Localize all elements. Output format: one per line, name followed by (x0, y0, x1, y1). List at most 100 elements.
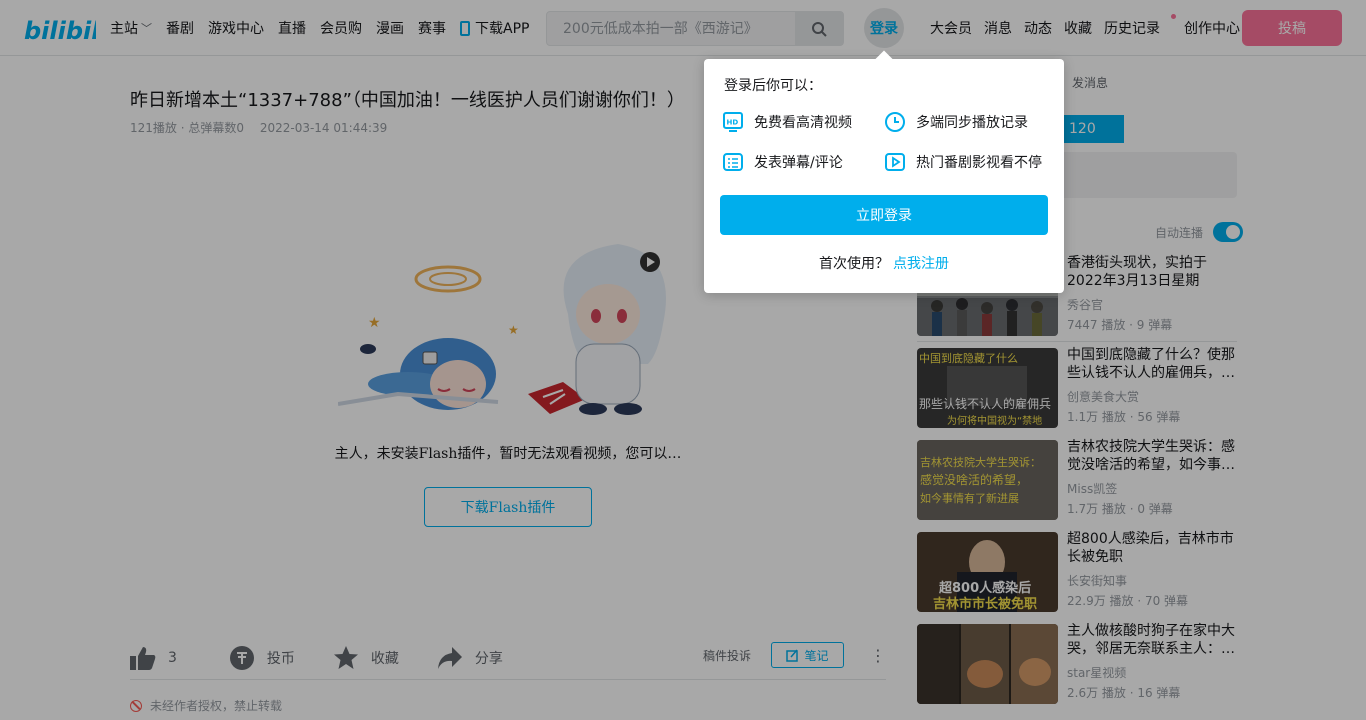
benefit-label: 免费看高清视频 (754, 115, 852, 131)
recommend-stats: 1.1万 播放 · 56 弹幕 (1067, 410, 1181, 424)
nav-history-label: 历史记录 (1104, 21, 1160, 37)
recommend-thumbnail[interactable] (917, 624, 1058, 704)
note-label: 笔记 (804, 648, 829, 663)
divider (917, 341, 1237, 342)
main-nav: 主站 ﹀ 番剧 游戏中心 直播 会员购 漫画 赛事 下载APP (110, 0, 543, 56)
video-title: 昨日新增本土“1337+788”（中国加油！一线医护人员们谢谢你们！） (130, 90, 685, 111)
nav-messages[interactable]: 消息 (984, 18, 1012, 38)
nav-item-label: 下载APP (475, 21, 530, 37)
autoplay-label: 自动连播 (1155, 225, 1204, 240)
thumb-caption-bottom: 吉林市市长被免职 (933, 596, 1037, 612)
search-icon (812, 21, 827, 37)
notification-dot (1171, 14, 1176, 19)
follow-button[interactable]: 120 (1062, 115, 1124, 143)
nav-item-game-center[interactable]: 游戏中心 (208, 18, 264, 38)
recommend-title[interactable]: 香港街头现状，实拍于2022年3月13日星期日，… (1067, 254, 1237, 290)
recommend-uploader[interactable]: 长安街知事 (1067, 572, 1127, 589)
nav-item-download-app[interactable]: 下载APP (460, 18, 529, 38)
recommend-list: 香港街头现状，实拍于2022年3月13日星期日，… 秀谷官 7447 播放 · … (917, 254, 1237, 714)
nav-favorites[interactable]: 收藏 (1064, 18, 1092, 38)
view-count: 121播放 (130, 121, 177, 135)
nav-vip[interactable]: 大会员 (930, 18, 972, 38)
register-prompt-text: 首次使用？ (819, 256, 889, 272)
svg-text:★: ★ (368, 315, 381, 331)
recommend-thumbnail[interactable]: 吉林农技院大学生哭诉： 感觉没啥活的希望， 如今事情有了新进展 (917, 440, 1058, 520)
favorite-button[interactable]: 收藏 (333, 645, 399, 671)
danmaku-count: 总弹幕数0 (188, 121, 244, 135)
recommend-uploader[interactable]: 创意美食大赏 (1067, 388, 1139, 405)
nav-item-mall[interactable]: 会员购 (320, 18, 362, 38)
nav-item-live[interactable]: 直播 (278, 18, 306, 38)
search-bar (546, 11, 844, 46)
share-label: 分享 (474, 650, 503, 667)
benefit-hd: HD 免费看高清视频 (722, 111, 852, 133)
like-count: 3 (168, 649, 177, 666)
nav-item-esports[interactable]: 赛事 (418, 18, 446, 38)
thumb-caption-top: 超800人感染后 (939, 580, 1031, 596)
recommend-title[interactable]: 中国到底隐藏了什么？使那些认钱不认人的雇佣兵，… (1067, 346, 1237, 382)
benefit-sync: 多端同步播放记录 (884, 111, 1028, 133)
recommend-item[interactable]: 超800人感染后 吉林市市长被免职 超800人感染后，吉林市市长被免职 长安街知… (917, 530, 1237, 622)
autoplay-toggle[interactable] (1213, 222, 1244, 242)
nav-dynamics[interactable]: 动态 (1024, 18, 1052, 38)
user-nav: 大会员 消息 动态 收藏 历史记录 创作中心 (930, 0, 1252, 56)
thumbs-up-icon (130, 646, 156, 670)
favorite-label: 收藏 (370, 650, 399, 667)
login-avatar-button[interactable]: 登录 (864, 8, 904, 48)
nav-item-anime[interactable]: 番剧 (166, 18, 194, 38)
thumb-caption-sub: 为何将中国视为“禁地 (947, 414, 1042, 427)
thumb-caption-top: 中国到底隐藏了什么 (919, 351, 1018, 365)
send-message-link[interactable]: 发消息 (1072, 74, 1108, 91)
nav-item-main[interactable]: 主站 ﹀ (110, 18, 152, 38)
recommend-uploader[interactable]: star星视频 (1067, 664, 1126, 681)
login-now-button[interactable]: 立即登录 (720, 195, 1048, 235)
recommend-title[interactable]: 吉林农技院大学生哭诉：感觉没啥活的希望，如今事… (1067, 438, 1237, 474)
benefit-label: 热门番剧影视看不停 (916, 155, 1042, 171)
nav-creator-center[interactable]: 创作中心 (1184, 18, 1240, 38)
recommend-item[interactable]: 中国到底隐藏了什么 那些认钱不认人的雇佣兵 为何将中国视为“禁地 中国到底隐藏了… (917, 346, 1237, 438)
recommend-title[interactable]: 主人做核酸时狗子在家中大哭，邻居无奈联系主人：… (1067, 622, 1237, 658)
download-flash-button[interactable]: 下载Flash插件 (424, 487, 592, 527)
register-link[interactable]: 点我注册 (893, 256, 949, 272)
recommend-title[interactable]: 超800人感染后，吉林市市长被免职 (1067, 530, 1237, 566)
share-button[interactable]: 分享 (437, 646, 503, 670)
note-button[interactable]: 笔记 (771, 642, 844, 668)
nav-history[interactable]: 历史记录 (1104, 14, 1176, 38)
recommend-item[interactable]: 主人做核酸时狗子在家中大哭，邻居无奈联系主人：… star星视频 2.6万 播放… (917, 622, 1237, 714)
benefit-comment: 发表弹幕/评论 (722, 151, 843, 173)
svg-text:bilibili: bilibili (24, 17, 96, 45)
thumb-caption-top: 吉林农技院大学生哭诉： (920, 455, 1041, 469)
coin-icon (229, 645, 254, 670)
upload-button[interactable]: 投稿 (1242, 10, 1342, 46)
recommend-uploader[interactable]: 秀谷官 (1067, 296, 1103, 313)
search-input[interactable] (547, 12, 795, 45)
register-prompt: 首次使用？ 点我注册 (704, 253, 1064, 273)
recommend-thumbnail[interactable]: 超800人感染后 吉林市市长被免职 (917, 532, 1058, 612)
star-icon (333, 645, 358, 669)
recommend-uploader[interactable]: Miss凯签 (1067, 480, 1117, 497)
video-toolbar: 3 投币 收藏 分享 稿件投诉 笔记 ⋮ (130, 636, 886, 680)
recommend-stats: 22.9万 播放 · 70 弹幕 (1067, 594, 1189, 608)
search-button[interactable] (795, 12, 843, 45)
coin-button[interactable]: 投币 (229, 645, 295, 671)
recommend-thumbnail[interactable]: 中国到底隐藏了什么 那些认钱不认人的雇佣兵 为何将中国视为“禁地 (917, 348, 1058, 428)
flash-missing-message: 主人，未安装Flash插件，暂时无法观看视频，您可以… (334, 446, 682, 462)
like-button[interactable]: 3 (130, 646, 177, 670)
phone-icon (460, 20, 470, 36)
nav-item-manga[interactable]: 漫画 (376, 18, 404, 38)
copyright-notice: 未经作者授权，禁止转载 (130, 697, 282, 714)
report-link[interactable]: 稿件投诉 (703, 647, 751, 664)
more-options-icon[interactable]: ⋮ (870, 646, 886, 665)
video-meta: 121播放 · 总弹幕数0 2022-03-14 01:44:39 (130, 119, 387, 136)
login-popup: 登录后你可以： HD 免费看高清视频 多端同步播放记录 发表弹幕/评论 热门番剧… (704, 50, 1064, 293)
svg-text:HD: HD (727, 119, 739, 127)
svg-text:★: ★ (508, 323, 519, 337)
meta-separator: · (176, 121, 189, 135)
hd-icon: HD (723, 112, 743, 132)
thumb-caption-bottom: 如今事情有了新进展 (920, 491, 1019, 505)
bilibili-logo[interactable]: bilibili (24, 10, 96, 46)
top-header: bilibili 主站﹀ 番剧 游戏中心 直播 会员购 漫画 赛事 下载APP … (0, 0, 1366, 56)
publish-date: 2022-03-14 01:44:39 (259, 121, 388, 135)
coin-label: 投币 (266, 650, 295, 667)
recommend-item[interactable]: 吉林农技院大学生哭诉： 感觉没啥活的希望， 如今事情有了新进展 吉林农技院大学生… (917, 438, 1237, 530)
